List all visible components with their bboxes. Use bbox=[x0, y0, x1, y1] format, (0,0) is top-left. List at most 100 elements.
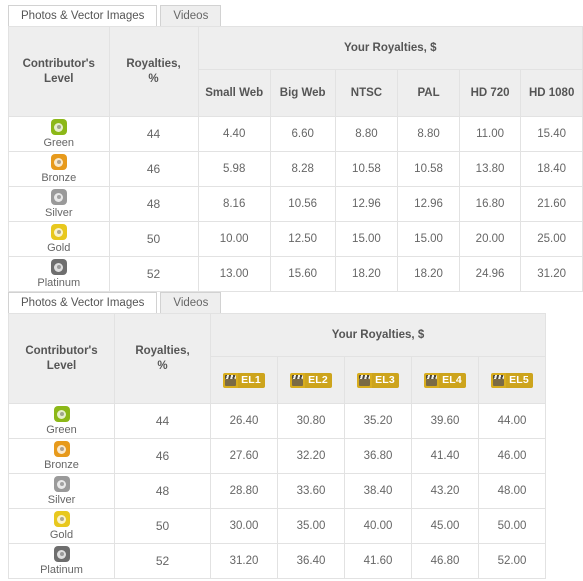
value-cell-el2: 32.20 bbox=[277, 438, 345, 474]
tab-bar-videos: Photos & Vector Images Videos bbox=[8, 291, 546, 313]
header-level-line1: Contributor's bbox=[25, 344, 98, 357]
table-header-videos: Contributor's Level Royalties, % Your Ro… bbox=[8, 313, 546, 404]
value-cell-hd-720: 13.80 bbox=[458, 151, 522, 187]
level-cell-platinum: Platinum bbox=[8, 543, 115, 579]
value-cell-pal: 10.58 bbox=[397, 151, 460, 187]
camera-badge-icon bbox=[53, 476, 70, 492]
percent-cell: 50 bbox=[114, 508, 211, 544]
value-cell-el1: 26.40 bbox=[210, 403, 278, 439]
value-cell-ntsc: 18.20 bbox=[334, 256, 399, 292]
value-cell-ntsc: 10.58 bbox=[334, 151, 399, 187]
value-cell-el3: 38.40 bbox=[344, 473, 412, 509]
table-row: Platinum 52 13.00 15.60 18.20 18.20 24.9… bbox=[8, 256, 583, 292]
header-contributors-level: Contributor's Level bbox=[8, 26, 110, 117]
clapperboard-icon bbox=[290, 372, 306, 388]
percent-cell: 52 bbox=[114, 543, 211, 579]
header-percent-line2: % bbox=[148, 72, 159, 85]
value-cell-hd-1080: 21.60 bbox=[520, 186, 583, 222]
table-row: Silver 48 8.16 10.56 12.96 12.96 16.80 2… bbox=[8, 186, 583, 222]
camera-badge-icon bbox=[53, 511, 70, 527]
value-cell-el3: 36.80 bbox=[344, 438, 412, 474]
value-cell-el1: 27.60 bbox=[210, 438, 278, 474]
value-cell-el3: 40.00 bbox=[344, 508, 412, 544]
camera-badge-icon bbox=[50, 154, 67, 170]
value-cell-big-web: 15.60 bbox=[269, 256, 336, 292]
value-cell-hd-720: 20.00 bbox=[458, 221, 522, 257]
level-label: Green bbox=[43, 137, 75, 149]
level-label: Bronze bbox=[44, 459, 79, 471]
value-cell-ntsc: 12.96 bbox=[334, 186, 399, 222]
header-el4: EL4 bbox=[411, 356, 479, 404]
value-cell-hd-1080: 25.00 bbox=[520, 221, 583, 257]
header-level-line1: Contributor's bbox=[22, 57, 95, 70]
header-el2: EL2 bbox=[277, 356, 345, 404]
header-el1-label: EL1 bbox=[238, 372, 265, 388]
header-el2-label: EL2 bbox=[305, 372, 332, 388]
royalties-table-videos: Contributor's Level Royalties, % Your Ro… bbox=[8, 313, 546, 579]
value-cell-hd-1080: 18.40 bbox=[520, 151, 583, 187]
camera-badge-icon bbox=[50, 259, 67, 275]
clapperboard-icon bbox=[491, 372, 507, 388]
header-your-royalties-group: Your Royalties, $ bbox=[210, 313, 546, 357]
level-cell-gold: Gold bbox=[8, 508, 115, 544]
level-label: Silver bbox=[45, 207, 73, 219]
value-cell-big-web: 12.50 bbox=[269, 221, 336, 257]
table-row: Gold 50 30.00 35.00 40.00 45.00 50.00 bbox=[8, 508, 546, 544]
header-level-line2: Level bbox=[46, 359, 77, 372]
value-cell-el4: 46.80 bbox=[411, 543, 479, 579]
header-hd-1080: HD 1080 bbox=[520, 69, 583, 117]
royalties-panel-videos: Photos & Vector Images Videos Contributo… bbox=[8, 291, 546, 579]
value-cell-el1: 30.00 bbox=[210, 508, 278, 544]
header-hd-720: HD 720 bbox=[458, 69, 522, 117]
value-cell-hd-720: 11.00 bbox=[458, 116, 522, 152]
value-cell-el4: 45.00 bbox=[411, 508, 479, 544]
header-row-primary: Contributor's Level Royalties, % Your Ro… bbox=[8, 26, 583, 117]
level-cell-green: Green bbox=[8, 403, 115, 439]
camera-badge-icon bbox=[53, 406, 70, 422]
value-cell-el2: 36.40 bbox=[277, 543, 345, 579]
level-cell-platinum: Platinum bbox=[8, 256, 110, 292]
percent-cell: 46 bbox=[114, 438, 211, 474]
camera-badge-icon bbox=[53, 441, 70, 457]
percent-cell: 50 bbox=[108, 221, 199, 257]
value-cell-hd-720: 16.80 bbox=[458, 186, 522, 222]
value-cell-el5: 46.00 bbox=[478, 438, 546, 474]
table-row: Green 44 4.40 6.60 8.80 8.80 11.00 15.40 bbox=[8, 116, 583, 152]
header-percent-line1: Royalties, bbox=[126, 57, 181, 70]
level-label: Gold bbox=[49, 529, 74, 541]
header-el3: EL3 bbox=[344, 356, 412, 404]
camera-badge-icon bbox=[53, 546, 70, 562]
header-percent-line1: Royalties, bbox=[135, 344, 190, 357]
value-cell-el4: 43.20 bbox=[411, 473, 479, 509]
header-el3-label: EL3 bbox=[372, 372, 399, 388]
percent-cell: 48 bbox=[108, 186, 199, 222]
tab-videos[interactable]: Videos bbox=[160, 292, 222, 313]
header-el5-label: EL5 bbox=[506, 372, 533, 388]
tab-photos-vector-images[interactable]: Photos & Vector Images bbox=[8, 292, 158, 313]
value-cell-ntsc: 8.80 bbox=[334, 116, 399, 152]
value-cell-small-web: 10.00 bbox=[197, 221, 271, 257]
value-cell-small-web: 8.16 bbox=[197, 186, 271, 222]
tab-photos-vector-images[interactable]: Photos & Vector Images bbox=[8, 5, 158, 26]
level-cell-bronze: Bronze bbox=[8, 151, 110, 187]
clapperboard-icon bbox=[424, 372, 440, 388]
clapperboard-icon bbox=[223, 372, 239, 388]
royalties-table-photos: Contributor's Level Royalties, % Your Ro… bbox=[8, 26, 583, 292]
value-cell-hd-720: 24.96 bbox=[458, 256, 522, 292]
header-el5: EL5 bbox=[478, 356, 546, 404]
percent-cell: 44 bbox=[114, 403, 211, 439]
tab-videos[interactable]: Videos bbox=[160, 5, 222, 26]
value-cell-hd-1080: 15.40 bbox=[520, 116, 583, 152]
level-cell-bronze: Bronze bbox=[8, 438, 115, 474]
table-body-videos: Green 44 26.40 30.80 35.20 39.60 44.00 B… bbox=[8, 403, 546, 579]
level-label: Silver bbox=[47, 494, 76, 506]
value-cell-el4: 39.60 bbox=[411, 403, 479, 439]
level-label: Platinum bbox=[37, 277, 81, 289]
table-row: Bronze 46 5.98 8.28 10.58 10.58 13.80 18… bbox=[8, 151, 583, 187]
value-cell-big-web: 8.28 bbox=[269, 151, 336, 187]
clapperboard-icon bbox=[357, 372, 373, 388]
level-cell-gold: Gold bbox=[8, 221, 110, 257]
value-cell-el2: 30.80 bbox=[277, 403, 345, 439]
header-el1: EL1 bbox=[210, 356, 278, 404]
value-cell-small-web: 4.40 bbox=[197, 116, 271, 152]
